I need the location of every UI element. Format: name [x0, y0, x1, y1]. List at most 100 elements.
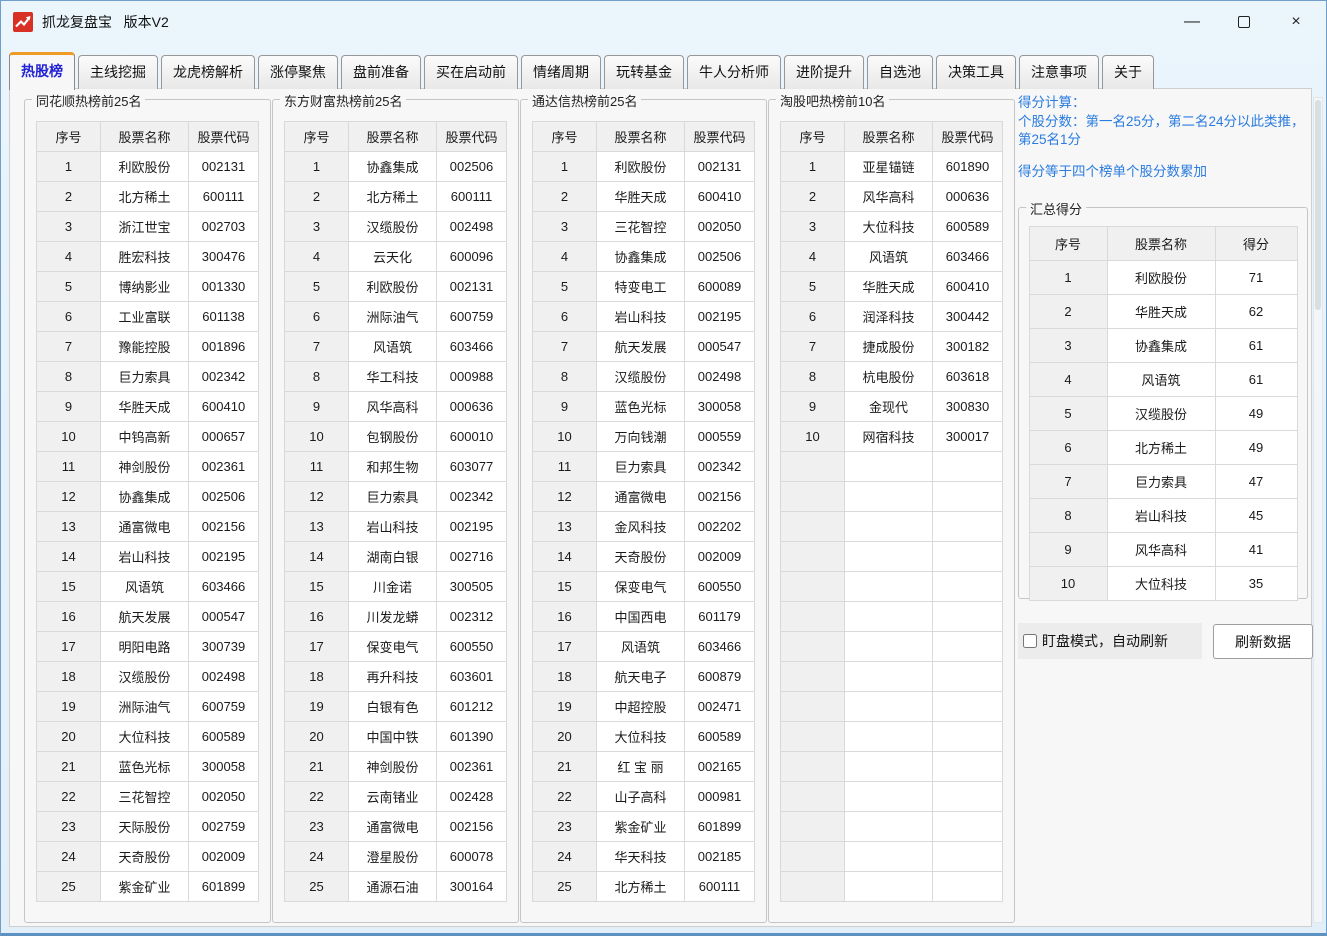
- table-row[interactable]: [781, 812, 1003, 842]
- table-row[interactable]: [781, 452, 1003, 482]
- table-row[interactable]: 16中国西电601179: [533, 602, 755, 632]
- table-row[interactable]: 5利欧股份002131: [285, 272, 507, 302]
- table-row[interactable]: 25紫金矿业601899: [37, 872, 259, 902]
- table-row[interactable]: 15风语筑603466: [37, 572, 259, 602]
- minimize-button[interactable]: —: [1166, 1, 1218, 43]
- table-row[interactable]: 8华工科技000988: [285, 362, 507, 392]
- vertical-scrollbar[interactable]: [1313, 97, 1323, 923]
- table-row[interactable]: 14湖南白银002716: [285, 542, 507, 572]
- table-row[interactable]: 18航天电子600879: [533, 662, 755, 692]
- table-row[interactable]: [781, 842, 1003, 872]
- table-row[interactable]: 2风华高科000636: [781, 182, 1003, 212]
- table-row[interactable]: [781, 872, 1003, 902]
- table-row[interactable]: 1协鑫集成002506: [285, 152, 507, 182]
- table-row[interactable]: 7捷成股份300182: [781, 332, 1003, 362]
- table-row[interactable]: 4胜宏科技300476: [37, 242, 259, 272]
- table-row[interactable]: 9风华高科41: [1029, 533, 1297, 567]
- table-row[interactable]: [781, 782, 1003, 812]
- table-row[interactable]: 2北方稀土600111: [285, 182, 507, 212]
- table-row[interactable]: 24天奇股份002009: [37, 842, 259, 872]
- table-row[interactable]: 7航天发展000547: [533, 332, 755, 362]
- table-row[interactable]: 16航天发展000547: [37, 602, 259, 632]
- table-row[interactable]: 16川发龙蟒002312: [285, 602, 507, 632]
- table-row[interactable]: 4风语筑603466: [781, 242, 1003, 272]
- table-row[interactable]: [781, 542, 1003, 572]
- table-row[interactable]: 11巨力索具002342: [533, 452, 755, 482]
- table-row[interactable]: 5博纳影业001330: [37, 272, 259, 302]
- tab-item-11[interactable]: 决策工具: [936, 55, 1016, 89]
- table-row[interactable]: [781, 572, 1003, 602]
- table-row[interactable]: [781, 662, 1003, 692]
- table-row[interactable]: 5华胜天成600410: [781, 272, 1003, 302]
- tab-item-1[interactable]: 主线挖掘: [78, 55, 158, 89]
- table-row[interactable]: 22山子高科000981: [533, 782, 755, 812]
- table-row[interactable]: 10大位科技35: [1029, 567, 1297, 601]
- table-row[interactable]: 3大位科技600589: [781, 212, 1003, 242]
- table-row[interactable]: 12通富微电002156: [533, 482, 755, 512]
- table-row[interactable]: 10万向钱潮000559: [533, 422, 755, 452]
- table-row[interactable]: [781, 692, 1003, 722]
- tab-item-12[interactable]: 注意事项: [1019, 55, 1099, 89]
- table-row[interactable]: 4云天化600096: [285, 242, 507, 272]
- tab-item-0[interactable]: 热股榜: [9, 52, 75, 90]
- table-row[interactable]: 23紫金矿业601899: [533, 812, 755, 842]
- table-row[interactable]: 2华胜天成600410: [533, 182, 755, 212]
- table-row[interactable]: 21红 宝 丽002165: [533, 752, 755, 782]
- table-row[interactable]: 24澄星股份600078: [285, 842, 507, 872]
- table-row[interactable]: 13通富微电002156: [37, 512, 259, 542]
- table-row[interactable]: [781, 602, 1003, 632]
- table-row[interactable]: 9华胜天成600410: [37, 392, 259, 422]
- table-row[interactable]: 14天奇股份002009: [533, 542, 755, 572]
- table-row[interactable]: 25北方稀土600111: [533, 872, 755, 902]
- table-row[interactable]: 19白银有色601212: [285, 692, 507, 722]
- table-row[interactable]: 10包钢股份600010: [285, 422, 507, 452]
- table-row[interactable]: 6洲际油气600759: [285, 302, 507, 332]
- table-row[interactable]: 3三花智控002050: [533, 212, 755, 242]
- table-row[interactable]: 4协鑫集成002506: [533, 242, 755, 272]
- table-row[interactable]: 17明阳电路300739: [37, 632, 259, 662]
- table-row[interactable]: 15川金诺300505: [285, 572, 507, 602]
- table-row[interactable]: 17风语筑603466: [533, 632, 755, 662]
- table-row[interactable]: [781, 632, 1003, 662]
- tab-item-3[interactable]: 涨停聚焦: [258, 55, 338, 89]
- table-row[interactable]: 4风语筑61: [1029, 363, 1297, 397]
- table-row[interactable]: 1亚星锚链601890: [781, 152, 1003, 182]
- table-row[interactable]: 6工业富联601138: [37, 302, 259, 332]
- table-row[interactable]: 9风华高科000636: [285, 392, 507, 422]
- table-row[interactable]: 8杭电股份603618: [781, 362, 1003, 392]
- table-row[interactable]: 10中钨高新000657: [37, 422, 259, 452]
- refresh-data-button[interactable]: 刷新数据: [1213, 624, 1313, 659]
- table-row[interactable]: 1利欧股份002131: [533, 152, 755, 182]
- table-row[interactable]: 1利欧股份71: [1029, 261, 1297, 295]
- table-row[interactable]: 8岩山科技45: [1029, 499, 1297, 533]
- table-row[interactable]: 19中超控股002471: [533, 692, 755, 722]
- table-row[interactable]: 21神剑股份002361: [285, 752, 507, 782]
- table-row[interactable]: 11神剑股份002361: [37, 452, 259, 482]
- maximize-button[interactable]: [1218, 1, 1270, 43]
- table-row[interactable]: [781, 512, 1003, 542]
- table-row[interactable]: 20中国中铁601390: [285, 722, 507, 752]
- tab-item-5[interactable]: 买在启动前: [424, 55, 518, 89]
- table-row[interactable]: 24华天科技002185: [533, 842, 755, 872]
- table-row[interactable]: 14岩山科技002195: [37, 542, 259, 572]
- table-row[interactable]: 15保变电气600550: [533, 572, 755, 602]
- table-row[interactable]: 1利欧股份002131: [37, 152, 259, 182]
- tab-item-7[interactable]: 玩转基金: [604, 55, 684, 89]
- table-row[interactable]: 2北方稀土600111: [37, 182, 259, 212]
- table-row[interactable]: 12协鑫集成002506: [37, 482, 259, 512]
- watch-mode-checkbox[interactable]: [1023, 634, 1037, 648]
- close-button[interactable]: ×: [1270, 1, 1322, 43]
- table-row[interactable]: 25通源石油300164: [285, 872, 507, 902]
- table-row[interactable]: 13金风科技002202: [533, 512, 755, 542]
- table-row[interactable]: [781, 482, 1003, 512]
- table-row[interactable]: 6北方稀土49: [1029, 431, 1297, 465]
- table-row[interactable]: 3汉缆股份002498: [285, 212, 507, 242]
- table-row[interactable]: [781, 722, 1003, 752]
- tab-item-4[interactable]: 盘前准备: [341, 55, 421, 89]
- table-row[interactable]: 20大位科技600589: [37, 722, 259, 752]
- table-row[interactable]: 8汉缆股份002498: [533, 362, 755, 392]
- table-row[interactable]: 3协鑫集成61: [1029, 329, 1297, 363]
- table-row[interactable]: 21蓝色光标300058: [37, 752, 259, 782]
- table-row[interactable]: 7巨力索具47: [1029, 465, 1297, 499]
- table-row[interactable]: 6润泽科技300442: [781, 302, 1003, 332]
